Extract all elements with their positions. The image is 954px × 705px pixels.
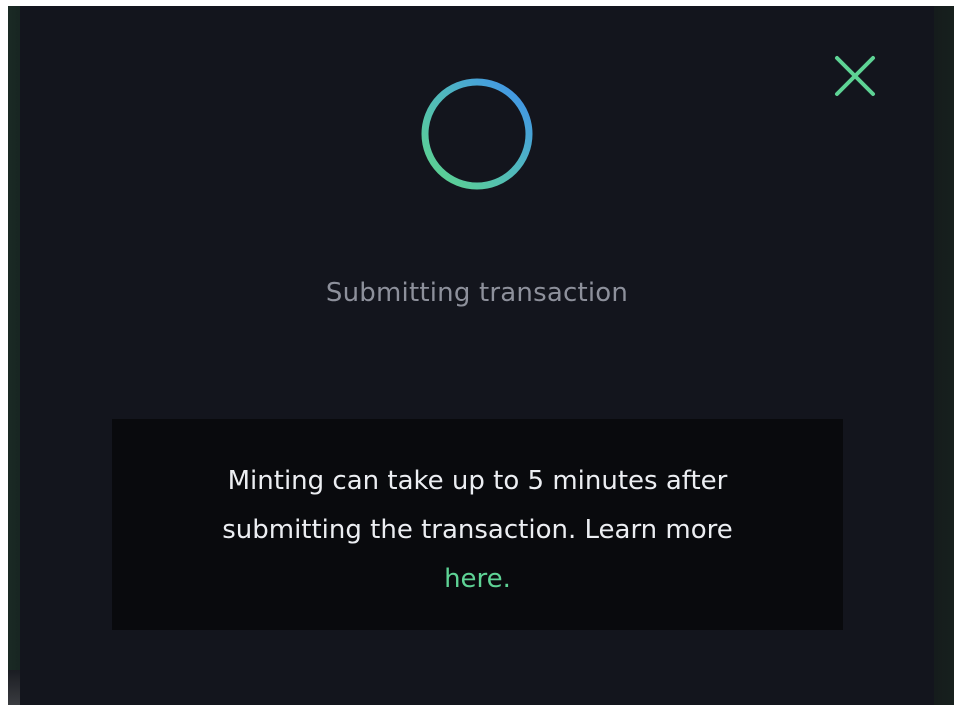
info-box: Minting can take up to 5 minutes after s…	[112, 419, 843, 630]
close-icon	[835, 56, 875, 96]
status-text: Submitting transaction	[325, 278, 629, 308]
loading-spinner-icon	[418, 75, 536, 193]
close-button[interactable]	[833, 54, 877, 98]
info-message-container: Minting can take up to 5 minutes after s…	[112, 457, 843, 604]
info-message: Minting can take up to 5 minutes after s…	[222, 466, 733, 545]
transaction-modal: Submitting transaction Minting can take …	[20, 6, 934, 705]
backdrop-edge	[8, 670, 20, 705]
learn-more-link[interactable]: here.	[444, 564, 511, 594]
